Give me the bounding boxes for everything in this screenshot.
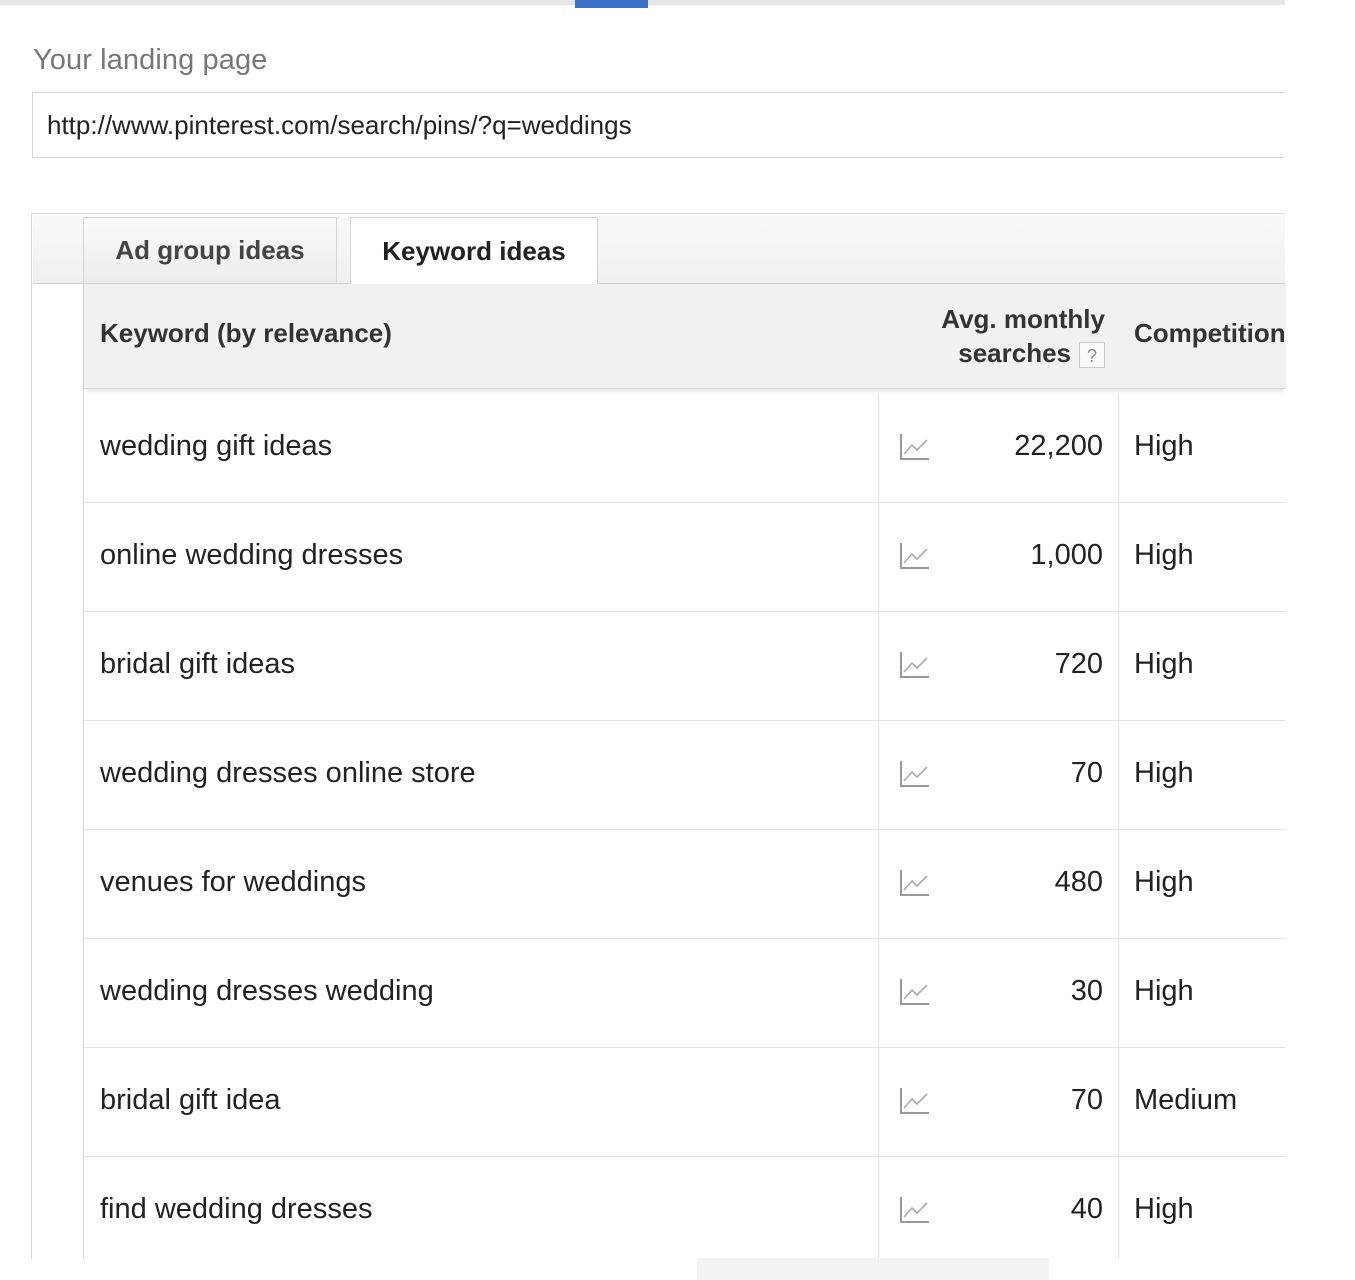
competition-cell: High (1134, 866, 1194, 898)
avg-monthly-searches-cell: 1,000 (1030, 539, 1103, 571)
active-step-indicator (575, 0, 648, 8)
column-divider (1118, 1048, 1119, 1156)
trend-chart-icon[interactable] (898, 1195, 930, 1225)
column-header-competition[interactable]: Competition (1134, 318, 1286, 349)
keyword-cell: venues for weddings (100, 866, 366, 898)
trend-chart-icon[interactable] (898, 759, 930, 789)
help-icon[interactable]: ? (1079, 342, 1105, 369)
column-divider (878, 1157, 879, 1259)
trend-chart-icon[interactable] (898, 977, 930, 1007)
keyword-cell: wedding dresses wedding (100, 975, 434, 1007)
column-divider (1118, 394, 1119, 502)
competition-cell: High (1134, 975, 1194, 1007)
table-row[interactable]: wedding gift ideas 22,200 High (84, 394, 1286, 503)
column-divider (878, 503, 879, 611)
column-divider (878, 830, 879, 938)
keyword-cell: online wedding dresses (100, 539, 404, 571)
column-divider (1118, 830, 1119, 938)
avg-monthly-searches-cell: 480 (1054, 866, 1103, 898)
column-divider (878, 939, 879, 1047)
table-row[interactable]: find wedding dresses 40 High (84, 1157, 1286, 1259)
table-body: wedding gift ideas 22,200 High online weddi… (84, 394, 1286, 1259)
column-divider (878, 612, 879, 720)
column-divider (1118, 721, 1119, 829)
avg-monthly-searches-cell: 30 (1070, 975, 1103, 1007)
section-divider (31, 213, 1285, 214)
column-divider (1118, 612, 1119, 720)
trend-chart-icon[interactable] (898, 541, 930, 571)
avg-monthly-searches-cell: 22,200 (1014, 430, 1103, 462)
tab-keyword-ideas[interactable]: Keyword ideas (350, 217, 598, 285)
avg-monthly-searches-cell: 70 (1070, 1084, 1103, 1116)
keyword-cell: bridal gift idea (100, 1084, 281, 1116)
table-row[interactable]: bridal gift idea 70 Medium (84, 1048, 1286, 1157)
landing-page-input[interactable] (32, 92, 1285, 158)
table-row[interactable]: venues for weddings 480 High (84, 830, 1286, 939)
trend-chart-icon[interactable] (898, 1086, 930, 1116)
landing-page-label: Your landing page (33, 44, 268, 76)
column-header-avg-monthly-searches[interactable]: Avg. monthly searches? (884, 302, 1105, 370)
competition-cell: High (1134, 430, 1194, 462)
competition-cell: High (1134, 1193, 1194, 1225)
keyword-cell: wedding gift ideas (100, 430, 333, 462)
trend-chart-icon[interactable] (898, 650, 930, 680)
column-header-keyword[interactable]: Keyword (by relevance) (100, 318, 392, 349)
avg-monthly-searches-cell: 40 (1070, 1193, 1103, 1225)
tab-ad-group-ideas[interactable]: Ad group ideas (83, 217, 337, 283)
keyword-cell: bridal gift ideas (100, 648, 296, 680)
column-divider (1118, 939, 1119, 1047)
column-divider (878, 721, 879, 829)
column-divider (1118, 1157, 1119, 1259)
keyword-cell: wedding dresses online store (100, 757, 476, 789)
competition-cell: High (1134, 757, 1194, 789)
competition-cell: High (1134, 539, 1194, 571)
avg-header-line2-text: searches (958, 338, 1071, 368)
section-left-border (31, 214, 32, 1259)
avg-header-line2: searches? (884, 336, 1105, 370)
competition-cell: High (1134, 648, 1194, 680)
table-row[interactable]: online wedding dresses 1,000 High (84, 503, 1286, 612)
column-divider (1118, 503, 1119, 611)
table-row[interactable]: wedding dresses wedding 30 High (84, 939, 1286, 1048)
column-divider (878, 394, 879, 502)
keyword-ideas-table: Keyword (by relevance) Avg. monthly sear… (83, 284, 1286, 1259)
table-row[interactable]: bridal gift ideas 720 High (84, 612, 1286, 721)
competition-cell: Medium (1134, 1084, 1238, 1116)
avg-monthly-searches-cell: 720 (1054, 648, 1103, 680)
column-divider (878, 1048, 879, 1156)
avg-monthly-searches-cell: 70 (1070, 757, 1103, 789)
avg-header-line1: Avg. monthly (941, 304, 1105, 334)
table-row[interactable]: wedding dresses online store 70 High (84, 721, 1286, 830)
bottom-panel (697, 1258, 1049, 1280)
trend-chart-icon[interactable] (898, 432, 930, 462)
trend-chart-icon[interactable] (898, 868, 930, 898)
table-header: Keyword (by relevance) Avg. monthly sear… (84, 284, 1286, 389)
tab-bar: Ad group ideas Keyword ideas (33, 215, 1285, 285)
keyword-cell: find wedding dresses (100, 1193, 373, 1225)
